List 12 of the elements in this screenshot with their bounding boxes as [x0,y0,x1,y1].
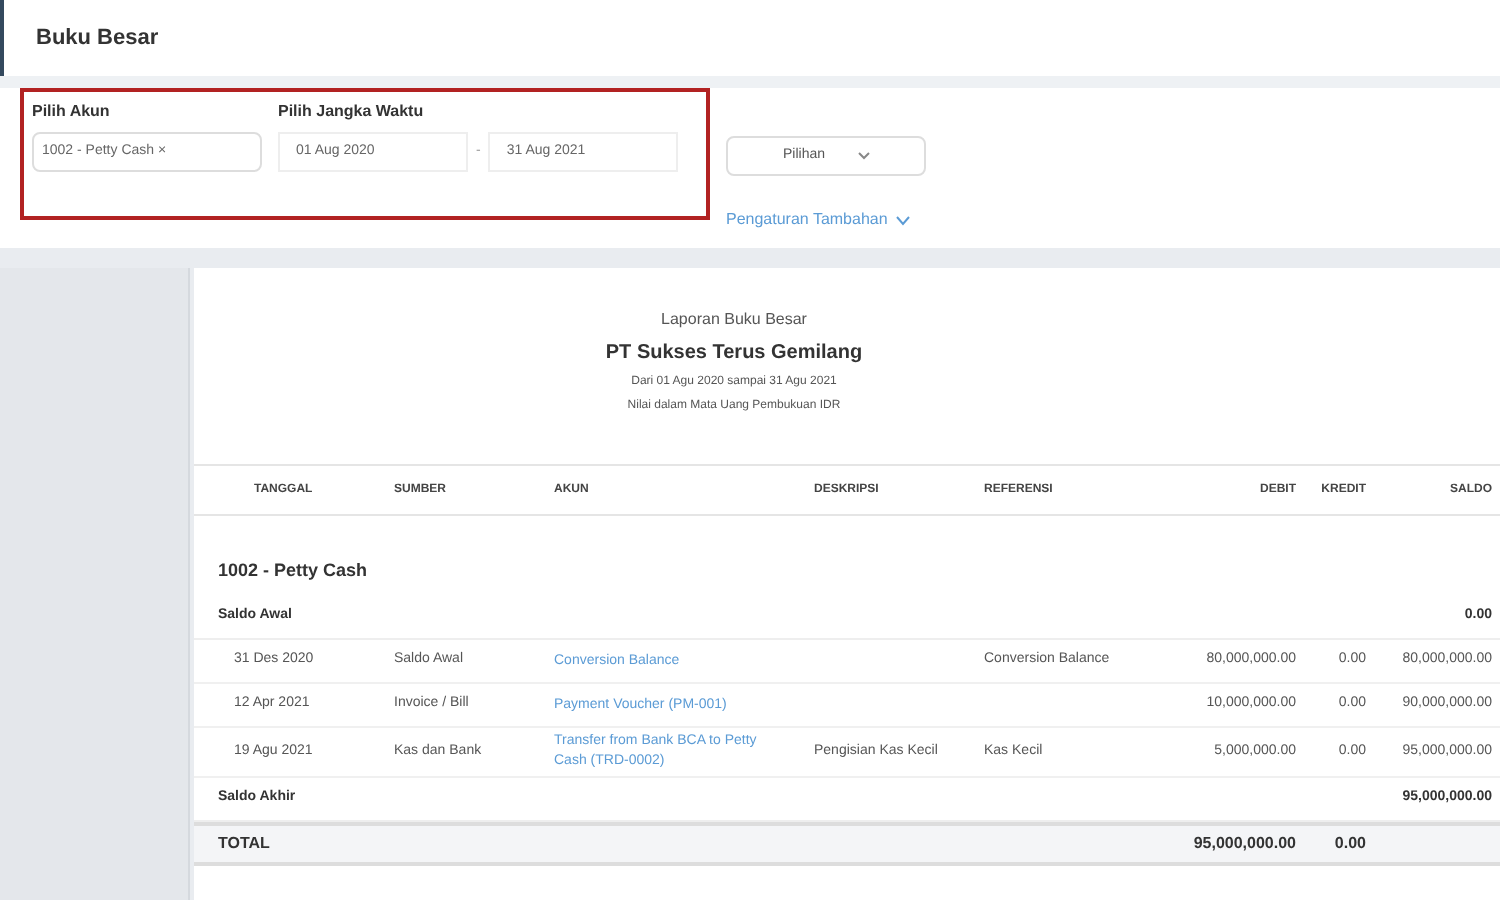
page-title: Buku Besar [36,23,159,54]
advanced-settings-link[interactable]: Pengaturan Tambahan [726,208,926,232]
report-title: Laporan Buku Besar [661,308,807,332]
account-group-title: 1002 - Petty Cash [218,558,368,585]
chevron-down-icon [857,152,869,160]
company-name: PT Sukses Terus Gemilang [605,340,863,368]
total-label: TOTAL [216,832,272,856]
table-cell-text: 95,000,000.00 [1191,832,1298,856]
field-label: Pilih Akun [32,100,112,124]
table-cell-text: 0.00 [1332,832,1368,856]
field-label: Pilih Jangka Waktu [278,100,426,124]
chevron-down-icon [895,215,910,225]
